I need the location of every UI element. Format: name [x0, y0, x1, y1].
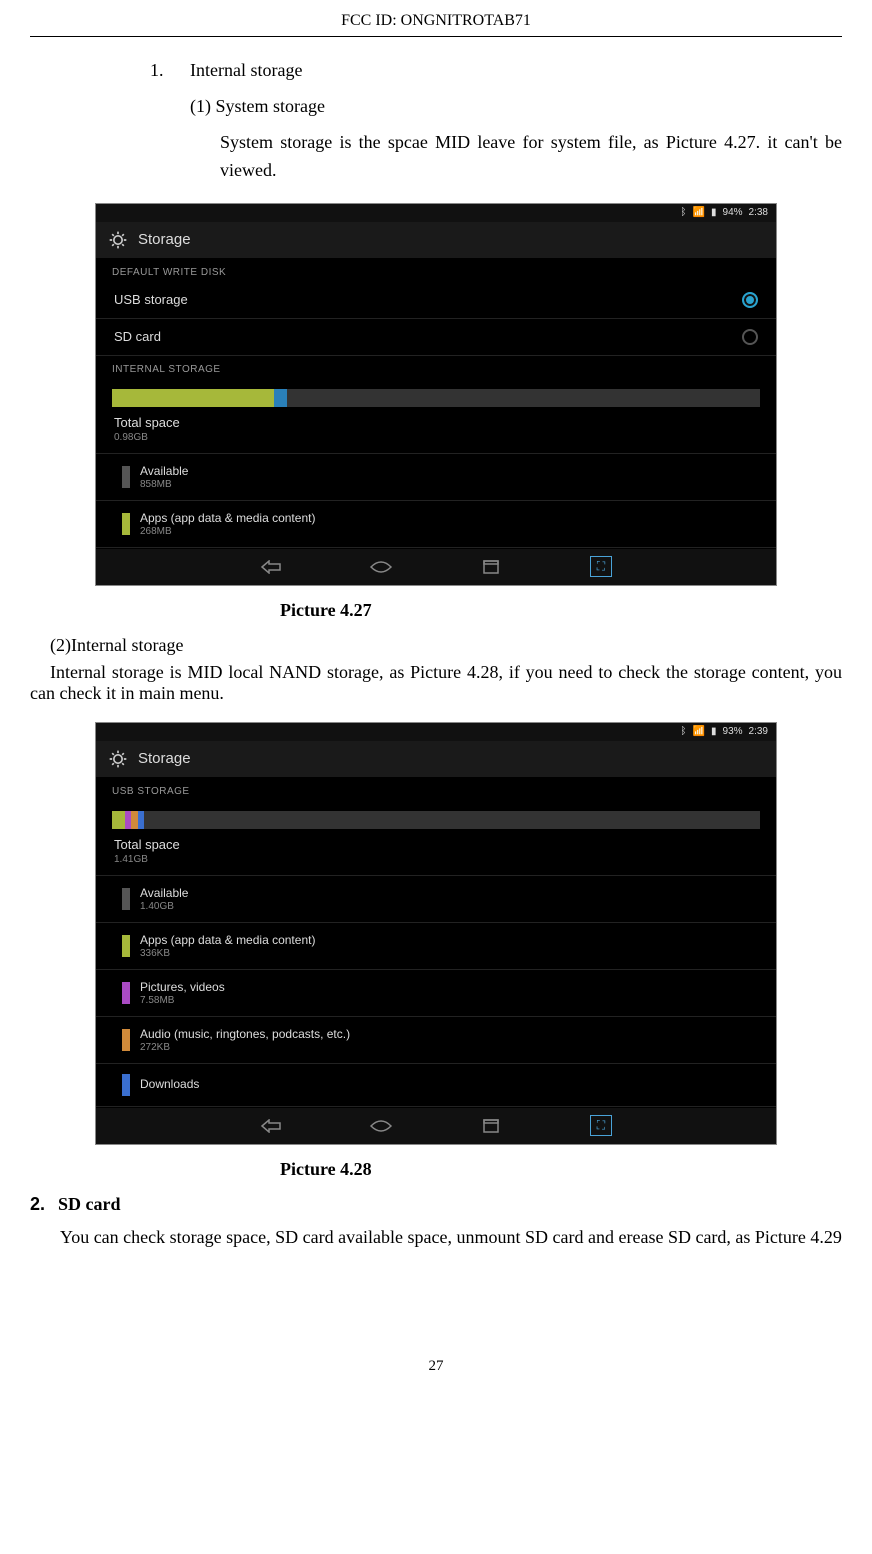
legend-subtitle: 1.40GB: [140, 901, 188, 912]
nav-bar: ⛶: [96, 548, 776, 585]
legend-subtitle: 336KB: [140, 948, 315, 959]
screenshot-4-27: ᛒ 📶 ▮ 94% 2:38 Storage DEFAULT WRITE DIS…: [95, 203, 777, 586]
status-bar: ᛒ 📶 ▮ 94% 2:38: [96, 204, 776, 222]
legend-swatch: [122, 1074, 130, 1096]
home-icon[interactable]: [361, 1119, 401, 1133]
legend-title: Downloads: [140, 1077, 199, 1091]
recent-icon[interactable]: [471, 560, 511, 574]
radio-off-icon[interactable]: [742, 329, 758, 345]
battery-percent: 93%: [723, 726, 743, 737]
section-default-write-disk: DEFAULT WRITE DISK: [96, 259, 776, 282]
screen-title: Storage: [138, 231, 191, 248]
total-space-row[interactable]: Total space 1.41GB: [96, 829, 776, 876]
battery-percent: 94%: [723, 207, 743, 218]
system-storage-paragraph: System storage is the spcae MID leave fo…: [30, 129, 842, 185]
legend-swatch: [122, 513, 130, 535]
bar-segment: [274, 389, 287, 407]
section-usb-storage: USB STORAGE: [96, 778, 776, 801]
fcc-header: FCC ID: ONGNITROTAB71: [30, 12, 842, 37]
status-time: 2:38: [749, 207, 768, 218]
nav-bar: ⛶: [96, 1107, 776, 1144]
legend-swatch: [122, 1029, 130, 1051]
screen-title: Storage: [138, 750, 191, 767]
total-space-value: 1.41GB: [114, 854, 758, 865]
sub-item-internal-storage: (2)Internal storage: [50, 635, 842, 656]
legend-title: Audio (music, ringtones, podcasts, etc.): [140, 1027, 350, 1041]
battery-icon: ▮: [711, 207, 717, 218]
gear-icon: [108, 230, 128, 250]
list-number-2: 2.: [30, 1194, 58, 1215]
bar-segment: [112, 389, 274, 407]
sub-item-system-storage: (1) System storage: [30, 93, 842, 121]
signal-icon: 📶: [693, 726, 705, 737]
status-bar: ᛒ 📶 ▮ 93% 2:39: [96, 723, 776, 741]
legend-swatch: [122, 466, 130, 488]
gear-icon: [108, 749, 128, 769]
legend-title: Apps (app data & media content): [140, 933, 315, 947]
legend-subtitle: 7.58MB: [140, 995, 225, 1006]
total-space-row[interactable]: Total space 0.98GB: [96, 407, 776, 454]
recent-icon[interactable]: [471, 1119, 511, 1133]
title-bar[interactable]: Storage: [96, 741, 776, 778]
back-icon[interactable]: [251, 1119, 291, 1133]
option-sd-label: SD card: [114, 329, 161, 344]
screenshot-4-28: ᛒ 📶 ▮ 93% 2:39 Storage USB STORAGE Total…: [95, 722, 777, 1145]
option-sd-card[interactable]: SD card: [96, 319, 776, 356]
legend-title: Available: [140, 464, 188, 478]
list-item-sd-card: SD card: [58, 1194, 121, 1215]
storage-legend-row[interactable]: Audio (music, ringtones, podcasts, etc.)…: [96, 1017, 776, 1064]
storage-usage-bar: [112, 811, 760, 829]
list-item-internal-storage: Internal storage: [190, 57, 842, 85]
bar-segment: [112, 811, 125, 829]
status-time: 2:39: [749, 726, 768, 737]
storage-legend-row[interactable]: Available858MB: [96, 454, 776, 501]
legend-swatch: [122, 982, 130, 1004]
total-space-value: 0.98GB: [114, 432, 758, 443]
option-usb-storage[interactable]: USB storage: [96, 282, 776, 319]
internal-storage-paragraph: Internal storage is MID local NAND stora…: [30, 662, 842, 704]
battery-icon: ▮: [711, 726, 717, 737]
bluetooth-icon: ᛒ: [681, 726, 687, 737]
legend-subtitle: 858MB: [140, 479, 188, 490]
section-internal-storage: INTERNAL STORAGE: [96, 356, 776, 379]
legend-subtitle: 272KB: [140, 1042, 350, 1053]
legend-swatch: [122, 888, 130, 910]
radio-on-icon[interactable]: [742, 292, 758, 308]
storage-legend-row[interactable]: Downloads: [96, 1064, 776, 1107]
caption-4-27: Picture 4.27: [30, 600, 842, 621]
total-space-label: Total space: [114, 837, 758, 852]
legend-title: Apps (app data & media content): [140, 511, 315, 525]
title-bar[interactable]: Storage: [96, 222, 776, 259]
bar-segment: [144, 811, 760, 829]
legend-title: Available: [140, 886, 188, 900]
legend-swatch: [122, 935, 130, 957]
legend-title: Pictures, videos: [140, 980, 225, 994]
storage-legend-row[interactable]: Apps (app data & media content)268MB: [96, 501, 776, 548]
screenshot-icon[interactable]: ⛶: [581, 1115, 621, 1136]
caption-4-28: Picture 4.28: [30, 1159, 842, 1180]
home-icon[interactable]: [361, 560, 401, 574]
bluetooth-icon: ᛒ: [681, 207, 687, 218]
storage-usage-bar: [112, 389, 760, 407]
screenshot-icon[interactable]: ⛶: [581, 556, 621, 577]
storage-legend-row[interactable]: Available1.40GB: [96, 876, 776, 923]
storage-legend-row[interactable]: Apps (app data & media content)336KB: [96, 923, 776, 970]
legend-subtitle: 268MB: [140, 526, 315, 537]
bar-segment: [287, 389, 760, 407]
signal-icon: 📶: [693, 207, 705, 218]
back-icon[interactable]: [251, 560, 291, 574]
list-number-1: 1.: [30, 57, 190, 85]
page-number: 27: [30, 1358, 842, 1375]
sd-card-paragraph: You can check storage space, SD card ava…: [60, 1227, 842, 1248]
option-usb-label: USB storage: [114, 292, 188, 307]
total-space-label: Total space: [114, 415, 758, 430]
storage-legend-row[interactable]: Pictures, videos7.58MB: [96, 970, 776, 1017]
